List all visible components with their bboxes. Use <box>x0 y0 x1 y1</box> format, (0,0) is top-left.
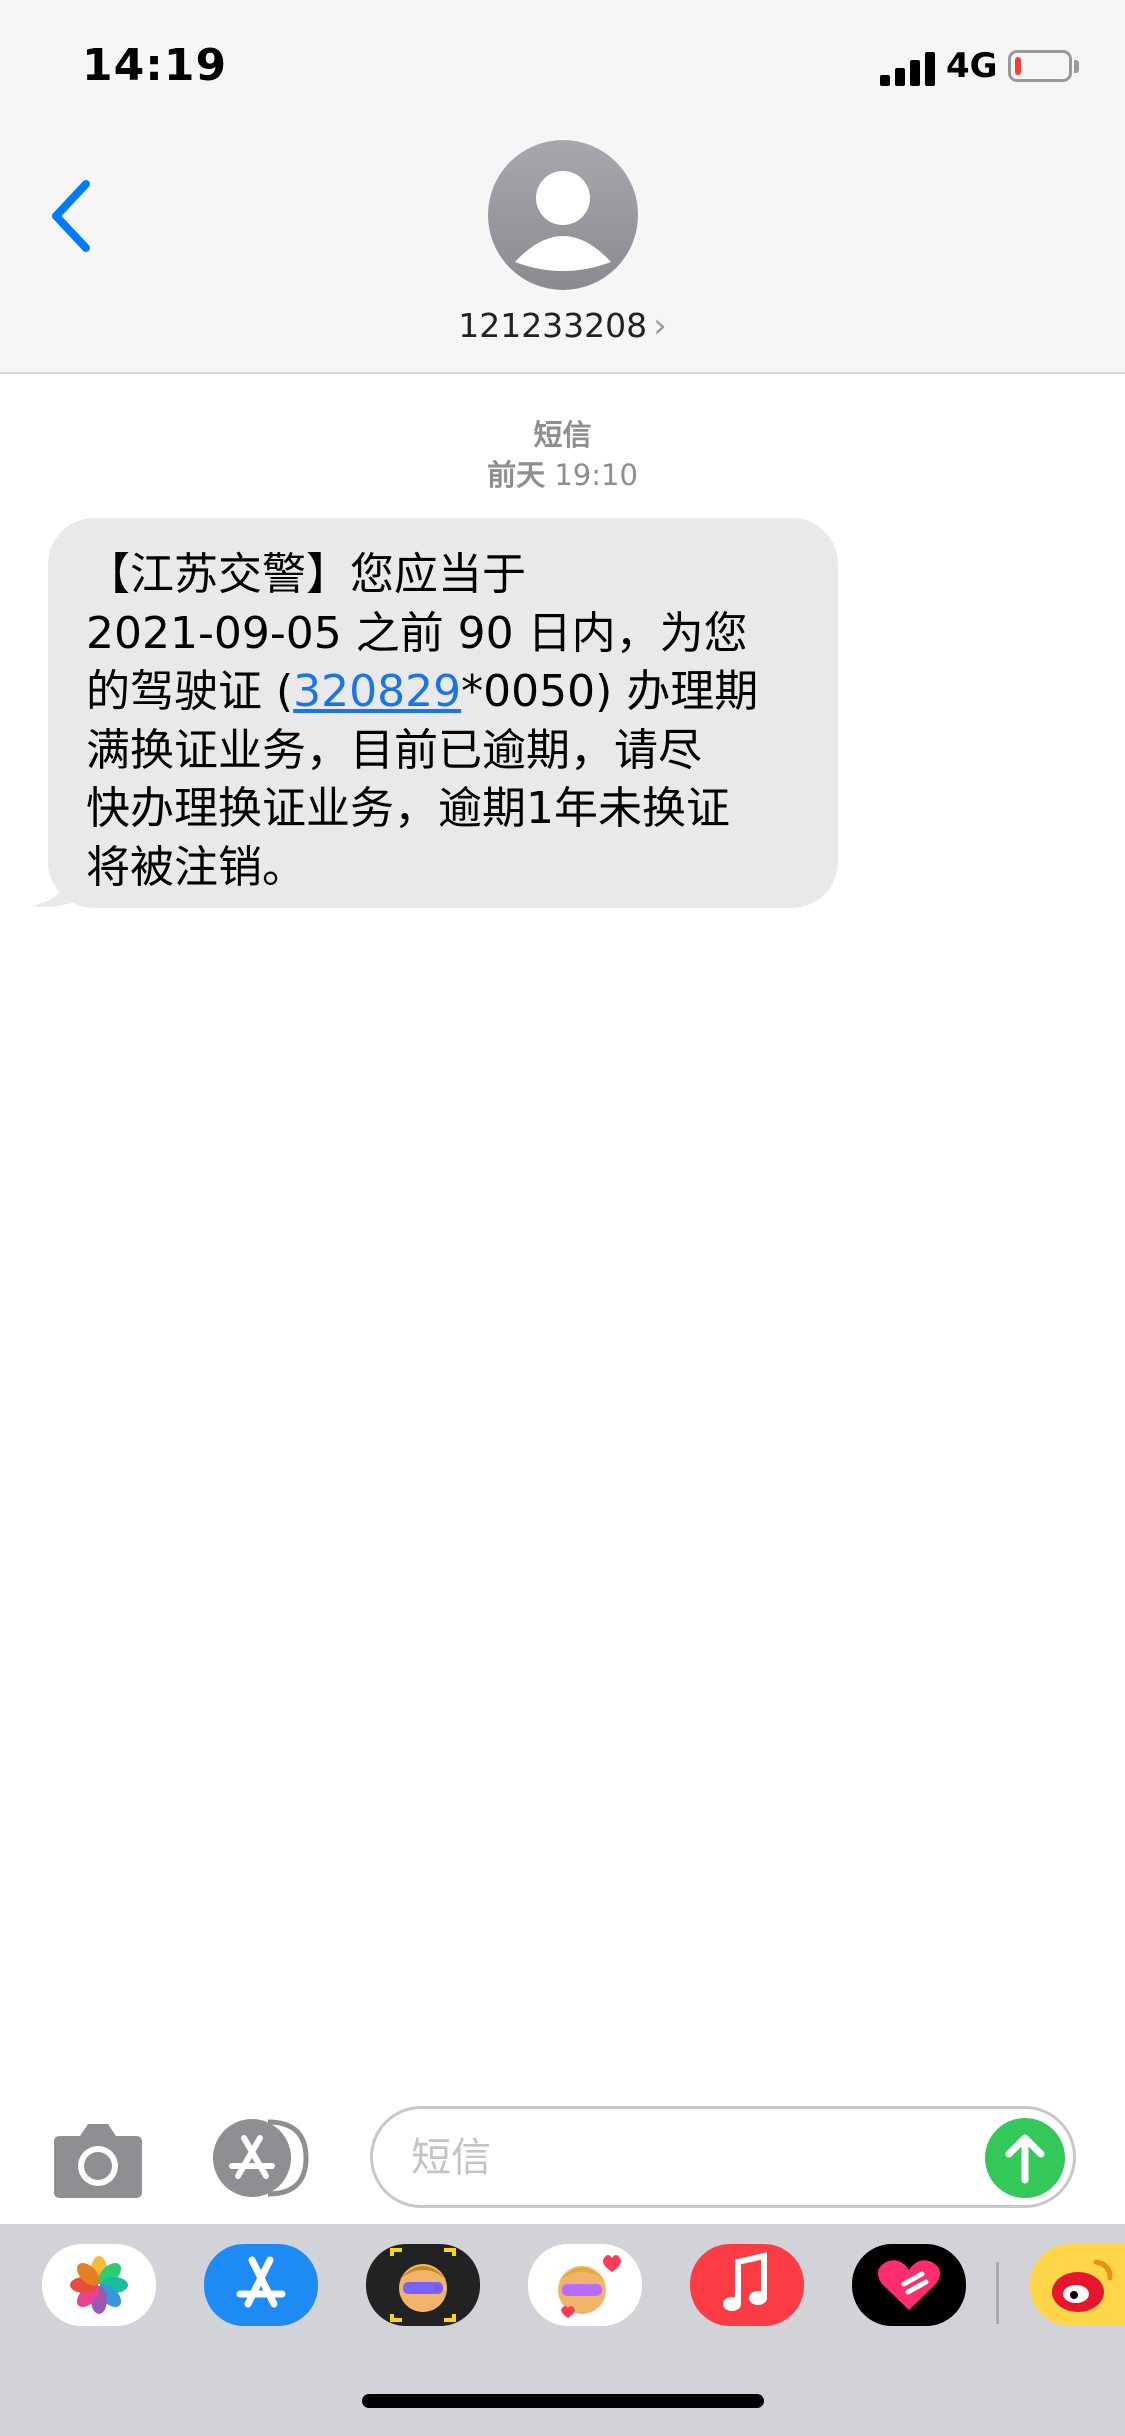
weibo-icon <box>1052 2259 1113 2312</box>
message-input[interactable] <box>409 2127 973 2189</box>
contact-name-button[interactable]: 121233208 › <box>0 306 1125 346</box>
message-line: 快办理换证业务，逾期1年未换证 <box>86 783 730 834</box>
camera-button[interactable] <box>50 2120 146 2200</box>
memoji-stickers-icon <box>558 2255 621 2318</box>
message-timestamp: 前天 19:10 <box>0 452 1125 494</box>
phone-number-link[interactable]: 320829 <box>293 666 461 717</box>
drawer-divider <box>996 2262 999 2324</box>
app-store-icon <box>236 2256 286 2308</box>
music-app[interactable] <box>690 2244 804 2326</box>
battery-tip <box>1074 60 1079 73</box>
network-type: 4G <box>946 46 998 86</box>
memoji-icon <box>390 2248 456 2322</box>
message-line: 将被注销。 <box>86 841 306 893</box>
message-line: 的驾驶证 (320829*0050) 办理期 <box>86 663 808 722</box>
cellular-signal-icon <box>880 50 936 86</box>
contact-number: 121233208 <box>458 306 648 345</box>
timestamp-day: 前天 <box>487 458 546 492</box>
memoji-app[interactable] <box>366 2244 480 2326</box>
message-line: 2021-09-05 之前 90 日内，为您 <box>86 607 748 659</box>
message-text: 的驾驶证 ( <box>86 666 294 717</box>
photos-app[interactable] <box>42 2244 156 2326</box>
incoming-message-bubble[interactable]: 【江苏交警】您应当于 2021-09-05 之前 90 日内，为您 的驾驶证 (… <box>48 518 838 908</box>
contact-avatar[interactable] <box>488 140 638 290</box>
weibo-app[interactable] <box>1030 2244 1125 2326</box>
timestamp-time: 19:10 <box>554 458 638 492</box>
arrow-up-icon <box>1005 2134 1045 2184</box>
back-button[interactable] <box>44 176 100 256</box>
chevron-right-icon: › <box>653 306 667 346</box>
message-line: 【江苏交警】您应当于 <box>86 549 526 600</box>
service-label: 短信 <box>533 418 592 452</box>
send-button[interactable] <box>985 2118 1065 2198</box>
app-store-icon <box>213 2119 309 2197</box>
person-icon <box>515 171 611 271</box>
status-time: 14:19 <box>82 40 228 91</box>
photos-icon <box>70 2256 128 2314</box>
music-icon <box>723 2252 767 2311</box>
navigation-header: 14:19 4G 121233208 › <box>0 0 1125 374</box>
digital-touch-icon <box>877 2260 941 2310</box>
app-store-app[interactable] <box>204 2244 318 2326</box>
message-input-field[interactable] <box>370 2106 1076 2208</box>
message-text: *0050) 办理期 <box>461 666 759 717</box>
battery-icon <box>1008 50 1072 82</box>
camera-icon <box>54 2124 142 2198</box>
digital-touch-app[interactable] <box>852 2244 966 2326</box>
home-indicator[interactable] <box>362 2394 764 2408</box>
app-store-button[interactable] <box>208 2116 318 2200</box>
memoji-stickers-app[interactable] <box>528 2244 642 2326</box>
message-line: 满换证业务，目前已逾期，请尽 <box>86 724 702 776</box>
chevron-left-icon <box>52 180 90 252</box>
